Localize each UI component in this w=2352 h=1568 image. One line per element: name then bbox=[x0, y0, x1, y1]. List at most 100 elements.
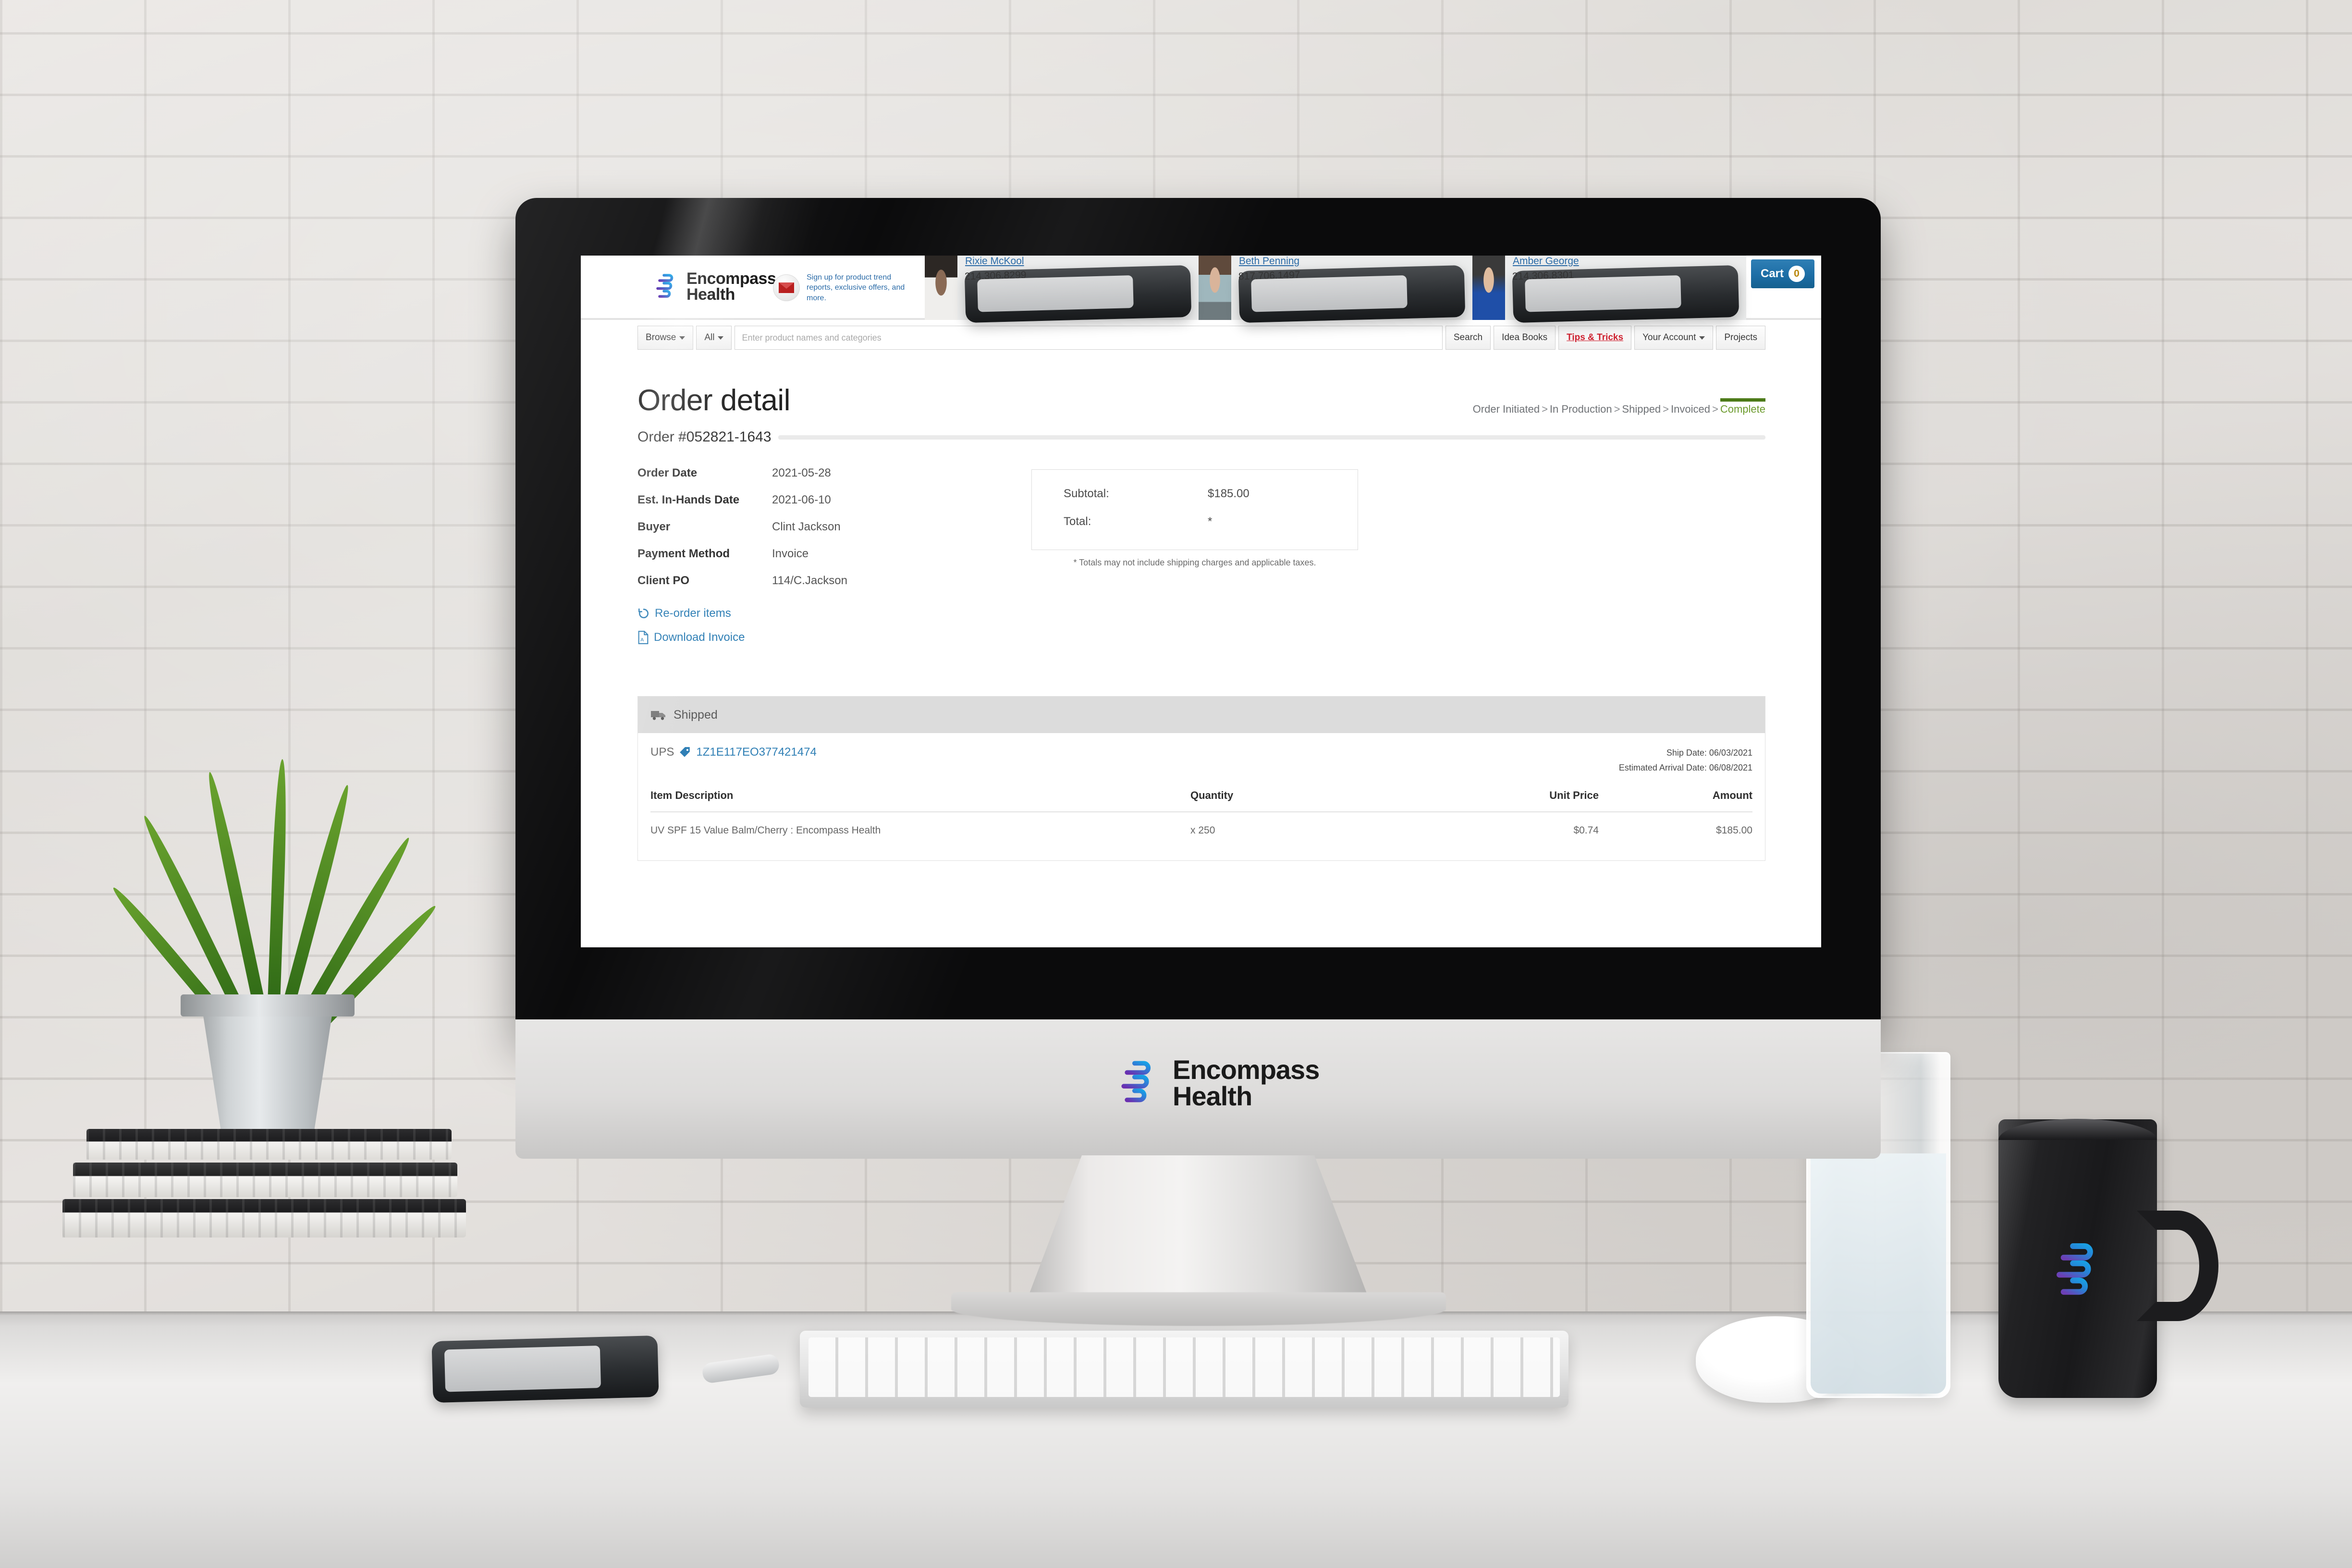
avatar bbox=[1472, 256, 1505, 320]
monitor-brand-logo: Encompass Health bbox=[1107, 1056, 1320, 1111]
brand-name-line2: Health bbox=[1173, 1080, 1252, 1111]
column-header-item-description: Item Description bbox=[650, 789, 1190, 813]
shipment-status-label: Shipped bbox=[674, 708, 718, 722]
search-input[interactable]: Enter product names and categories bbox=[735, 326, 1443, 350]
field-value: Clint Jackson bbox=[772, 520, 841, 533]
contact-rep-1[interactable]: Rixie McKool 214.306.8299 bbox=[925, 256, 1199, 323]
estimated-arrival-date: Estimated Arrival Date: 06/08/2021 bbox=[1618, 762, 1752, 772]
field-value: 2021-06-10 bbox=[772, 493, 831, 506]
notebook-stack-bottom bbox=[62, 1199, 466, 1237]
status-step-1: In Production bbox=[1549, 403, 1612, 415]
contact-rep-3[interactable]: Amber George 214.306.8301 bbox=[1472, 256, 1746, 323]
your-account-menu[interactable]: Your Account bbox=[1634, 326, 1714, 350]
search-button[interactable]: Search bbox=[1445, 326, 1491, 350]
table-row: UV SPF 15 Value Balm/Cherry : Encompass … bbox=[650, 812, 1752, 856]
cell-amount: $185.00 bbox=[1716, 825, 1752, 836]
desk-scene: Encompass Health Sign up for product tre… bbox=[0, 0, 2352, 1568]
newsletter-signup[interactable]: Sign up for product trend reports, exclu… bbox=[768, 256, 925, 320]
cell-item-description: UV SPF 15 Value Balm/Cherry : Encompass … bbox=[650, 825, 881, 836]
order-detail-page: Order detail Order Initiated > In Producti… bbox=[581, 383, 1821, 655]
table-header-row: Item Description Quantity Unit Price Amo… bbox=[650, 789, 1752, 813]
cell-unit-price: $0.74 bbox=[1573, 825, 1599, 836]
notebook-stack-middle bbox=[73, 1163, 457, 1197]
refresh-history-icon bbox=[638, 608, 649, 618]
subtotal-row: Subtotal: $185.00 bbox=[1032, 487, 1358, 501]
tracking-number-link[interactable]: 1Z1E117EO377421474 bbox=[696, 746, 816, 759]
cart-button[interactable]: Cart 0 bbox=[1751, 259, 1814, 288]
field-label: Buyer bbox=[637, 520, 671, 533]
projects-link[interactable]: Projects bbox=[1716, 326, 1765, 350]
field-value: 2021-05-28 bbox=[772, 466, 831, 479]
brand-name-line2: Health bbox=[686, 285, 735, 304]
potted-plant-leaves bbox=[109, 759, 440, 1042]
site-logo[interactable]: Encompass Health bbox=[648, 269, 776, 304]
shipment-panel-body: UPS 1Z1E117EO377421474 Ship Date: 06/03/… bbox=[638, 733, 1765, 861]
field-label: Est. In-Hands Date bbox=[637, 493, 740, 506]
header-right-cluster: Sign up for product trend reports, exclu… bbox=[768, 256, 1821, 323]
truck-icon bbox=[651, 711, 665, 720]
total-label: Total: bbox=[1064, 515, 1091, 528]
field-label: Order Date bbox=[637, 466, 698, 479]
field-payment-method: Payment Method Invoice bbox=[637, 547, 1003, 561]
chevron-down-icon bbox=[718, 336, 724, 340]
order-fields: Order Date 2021-05-28 Est. In-Hands Date… bbox=[637, 466, 1003, 655]
field-label: Payment Method bbox=[637, 547, 730, 560]
contact-rep-2[interactable]: Beth Penning 817.706.1497 bbox=[1199, 256, 1472, 323]
category-select[interactable]: All bbox=[696, 326, 732, 350]
totals-box: Subtotal: $185.00 Total: * bbox=[1031, 469, 1358, 550]
status-step-0: Order Initiated bbox=[1472, 403, 1540, 415]
field-est-in-hands-date: Est. In-Hands Date 2021-06-10 bbox=[637, 493, 1003, 507]
contact-phone: 214.306.8299 bbox=[964, 265, 1192, 323]
download-invoice-label: Download Invoice bbox=[654, 631, 745, 644]
order-number: Order #052821-1643 bbox=[637, 429, 772, 445]
monitor-stand-neck bbox=[1027, 1155, 1369, 1299]
your-account-label: Your Account bbox=[1642, 332, 1696, 343]
reorder-items-link[interactable]: Re-order items bbox=[637, 607, 1003, 620]
carrier-tracking: UPS 1Z1E117EO377421474 bbox=[650, 746, 817, 759]
contact-name[interactable]: Rixie McKool bbox=[965, 256, 1191, 267]
shipment-panel-header: Shipped bbox=[638, 697, 1765, 733]
browse-label: Browse bbox=[646, 332, 676, 343]
download-invoice-link[interactable]: A Download Invoice bbox=[637, 631, 1003, 644]
reorder-items-label: Re-order items bbox=[655, 607, 731, 620]
field-client-po: Client PO 114/C.Jackson bbox=[637, 574, 1003, 588]
idea-books-link[interactable]: Idea Books bbox=[1494, 326, 1556, 350]
contact-name[interactable]: Beth Penning bbox=[1239, 256, 1465, 267]
keyboard bbox=[800, 1331, 1568, 1408]
field-value: Invoice bbox=[772, 547, 809, 560]
total-row: Total: * bbox=[1032, 515, 1358, 528]
encompass-health-glyph-icon bbox=[656, 274, 674, 299]
status-badge-complete: Complete bbox=[1720, 398, 1765, 416]
field-value: 114/C.Jackson bbox=[772, 574, 847, 587]
shipment-panel: Shipped UPS 1Z1E117EO377421474 Ship Date… bbox=[637, 696, 1765, 861]
cart-count-badge: 0 bbox=[1788, 266, 1805, 282]
encompass-health-glyph-icon bbox=[1121, 1061, 1151, 1104]
field-buyer: Buyer Clint Jackson bbox=[637, 520, 1003, 534]
line-items-table: Item Description Quantity Unit Price Amo… bbox=[650, 789, 1752, 856]
notebook-stack-top bbox=[86, 1129, 452, 1160]
brand-name-line1: Encompass bbox=[686, 269, 776, 288]
cart-label: Cart bbox=[1760, 267, 1784, 280]
encompass-health-glyph-icon bbox=[2057, 1243, 2093, 1297]
browse-menu[interactable]: Browse bbox=[637, 326, 694, 350]
subtotal-value: $185.00 bbox=[1208, 487, 1250, 500]
order-status-breadcrumb: Order Initiated > In Production > Shipped > In… bbox=[637, 398, 1765, 416]
column-header-amount: Amount bbox=[1599, 789, 1752, 813]
status-step-3: Invoiced bbox=[1671, 403, 1710, 415]
avatar bbox=[1199, 256, 1231, 320]
shipment-dates: Ship Date: 06/03/2021 Estimated Arrival … bbox=[1619, 746, 1752, 775]
contact-phone: 214.306.8301 bbox=[1512, 265, 1740, 323]
cell-quantity: x 250 bbox=[1190, 825, 1215, 836]
svg-text:A: A bbox=[640, 637, 644, 643]
site-header: Encompass Health Sign up for product tre… bbox=[581, 256, 1821, 323]
subtotal-label: Subtotal: bbox=[1064, 487, 1109, 500]
status-step-2: Shipped bbox=[1622, 403, 1661, 415]
chevron-down-icon bbox=[679, 336, 686, 340]
branded-coffee-mug bbox=[1998, 1119, 2218, 1398]
column-header-quantity: Quantity bbox=[1190, 789, 1392, 813]
tips-tricks-link[interactable]: Tips & Tricks bbox=[1558, 326, 1632, 350]
total-value: * bbox=[1208, 515, 1213, 528]
carrier-name: UPS bbox=[650, 746, 674, 759]
pdf-document-icon: A bbox=[638, 631, 649, 644]
contact-name[interactable]: Amber George bbox=[1513, 256, 1739, 267]
